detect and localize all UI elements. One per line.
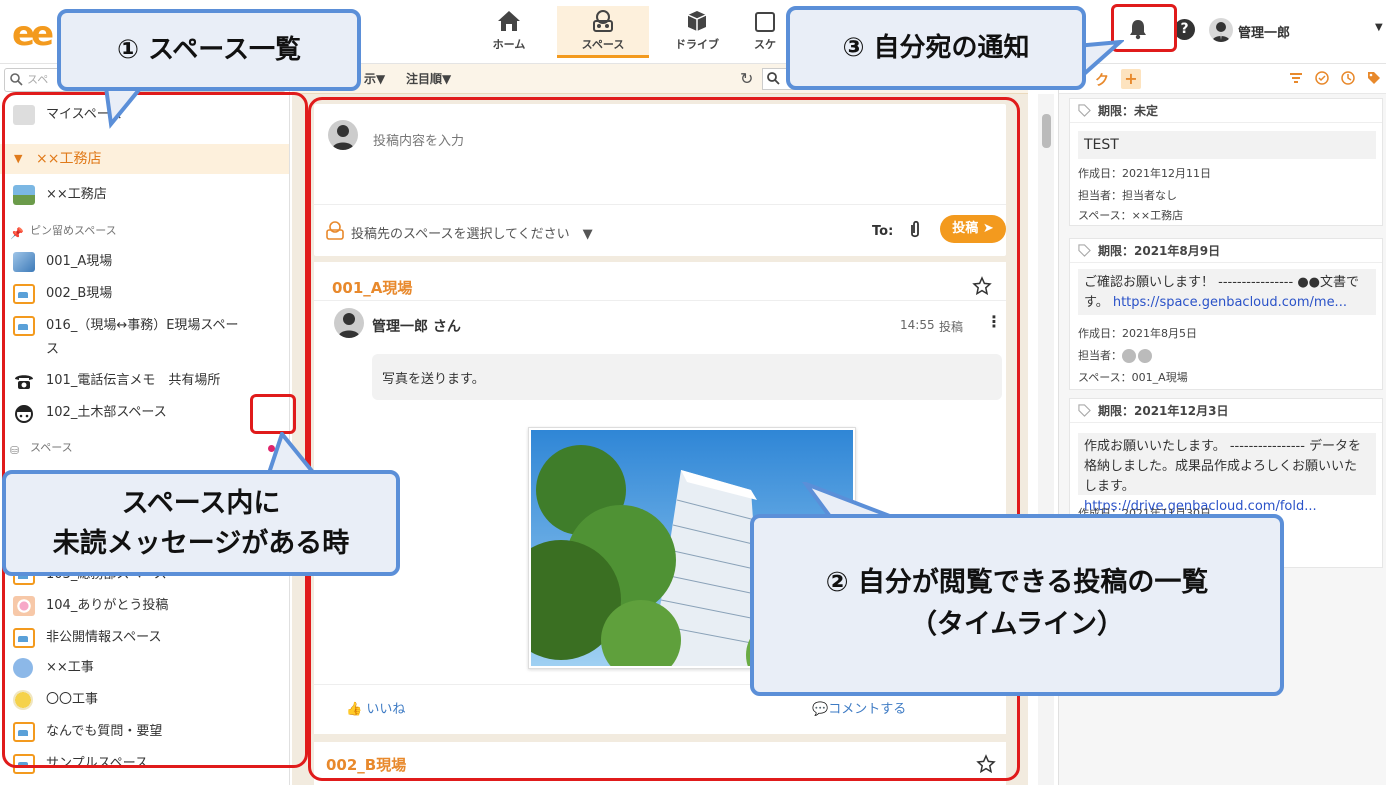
check-circle-icon[interactable] — [1315, 71, 1329, 85]
timeline-scrollbar-thumb[interactable] — [1042, 114, 1051, 148]
assignee-avatar — [1122, 349, 1136, 363]
user-name[interactable]: 管理一郎 — [1238, 22, 1290, 41]
tag-icon — [1078, 104, 1091, 117]
callout-timeline-line2: （タイムライン） — [909, 609, 1125, 640]
nav-schedule-label: スケ — [754, 38, 776, 51]
nav-drive-label: ドライブ — [675, 38, 719, 51]
tag-icon — [1078, 244, 1091, 257]
refresh-icon[interactable]: ↻ — [740, 69, 753, 88]
callout-timeline: ② 自分が閲覧できる投稿の一覧 （タイムライン） — [750, 514, 1284, 696]
nav-space-label: スペース — [581, 38, 625, 51]
drive-icon — [687, 11, 707, 31]
task-space: スペース：××工務店 — [1078, 209, 1184, 222]
callout-unread: スペース内に 未読メッセージがある時 — [2, 470, 400, 576]
search-icon — [767, 72, 780, 85]
help-icon[interactable]: ? — [1174, 19, 1195, 40]
callout-space-list: ① スペース一覧 — [57, 9, 361, 91]
task-body: 作成お願いいたします。 ---------------- データを 格納しました… — [1078, 433, 1376, 514]
task-card[interactable]: 期限：2021年8月9日 ご確認お願いします！ ----------------… — [1069, 238, 1383, 390]
tag-icon[interactable] — [1367, 71, 1381, 85]
task-card[interactable]: 期限：未定 TEST 作成日：2021年12月11日 担当者：担当者なし スペー… — [1069, 98, 1383, 226]
unread-highlight — [250, 394, 296, 434]
nav-drive[interactable]: ドライブ — [651, 6, 743, 58]
callout-notifications: ③ 自分宛の通知 — [786, 6, 1086, 90]
task-title: TEST — [1078, 131, 1376, 159]
task-created: 作成日：2021年8月5日 — [1078, 327, 1197, 340]
task-deadline: 期限：2021年8月9日 — [1070, 239, 1382, 263]
chevron-down-icon[interactable]: ▼ — [1375, 22, 1383, 33]
clock-icon[interactable] — [1341, 71, 1355, 85]
filter-icon[interactable] — [1289, 71, 1303, 85]
space-search-placeholder: スペ — [27, 73, 49, 86]
task-deadline: 期限：2021年12月3日 — [1070, 399, 1382, 423]
task-link[interactable]: https://space.genbacloud.com/me... — [1113, 295, 1347, 310]
task-space: スペース：001_A現場 — [1078, 371, 1188, 384]
assignee-avatar — [1138, 349, 1152, 363]
user-avatar[interactable] — [1209, 18, 1233, 42]
add-task-button[interactable]: + — [1121, 69, 1141, 89]
task-deadline: 期限：未定 — [1070, 99, 1382, 123]
callout-unread-line2: 未読メッセージがある時 — [52, 528, 350, 559]
schedule-icon — [755, 12, 775, 32]
display-filter[interactable]: 示▼ — [364, 70, 385, 87]
nav-home[interactable]: ホーム — [463, 6, 555, 58]
callout-unread-line1: スペース内に — [121, 488, 281, 519]
nav-space[interactable]: スペース — [557, 6, 649, 58]
space-icon — [593, 10, 613, 32]
task-body: ご確認お願いします！ ---------------- ●●文書で す。 htt… — [1078, 269, 1376, 315]
callout-timeline-line1: ② 自分が閲覧できる投稿の一覧 — [825, 567, 1209, 598]
task-assignee: 担当者：担当者なし — [1078, 189, 1177, 202]
app-logo[interactable]: ee — [12, 14, 54, 54]
tag-icon — [1078, 404, 1091, 417]
task-assignee: 担当者： — [1078, 347, 1154, 363]
nav-home-label: ホーム — [492, 38, 526, 51]
task-created: 作成日：2021年12月11日 — [1078, 167, 1211, 180]
search-icon — [10, 73, 23, 86]
sort-filter[interactable]: 注目順▼ — [406, 70, 451, 87]
home-icon — [498, 11, 520, 31]
